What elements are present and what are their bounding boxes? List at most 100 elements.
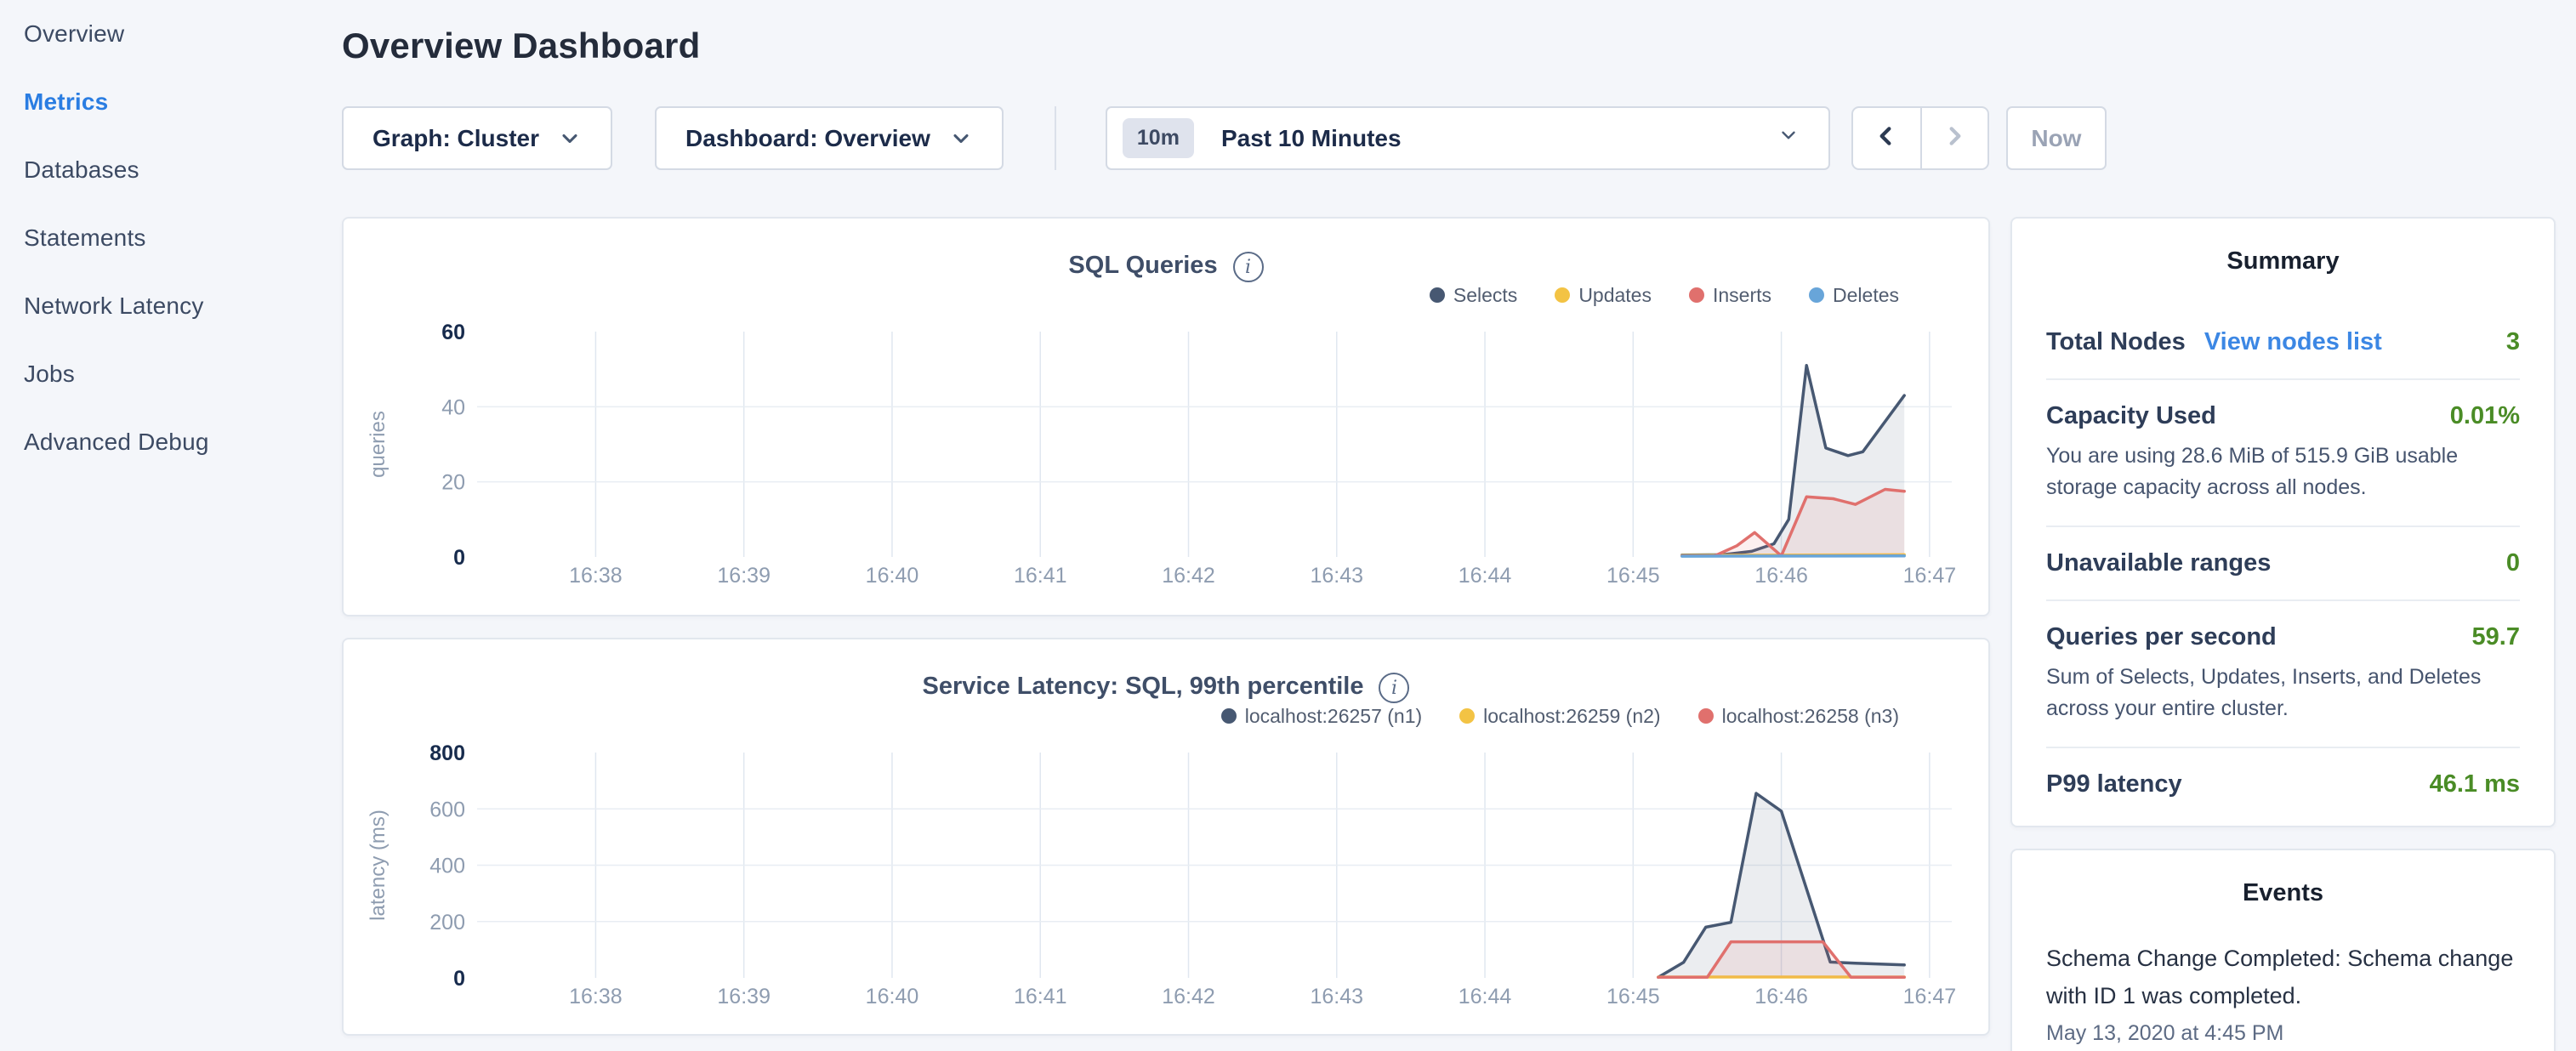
svg-text:16:39: 16:39: [717, 985, 771, 1008]
svg-text:16:38: 16:38: [569, 985, 623, 1008]
time-step-button-group: [1851, 106, 1989, 170]
sidebar-item-statements[interactable]: Statements: [24, 204, 342, 272]
legend-item[interactable]: localhost:26259 (n2): [1459, 705, 1660, 728]
info-icon[interactable]: i: [1379, 673, 1409, 703]
events-title: Events: [2046, 879, 2520, 907]
dashboard-selector-dropdown[interactable]: Dashboard: Overview: [655, 106, 1004, 170]
summary-label: P99 latency: [2046, 770, 2182, 798]
summary-label: Total Nodes: [2046, 328, 2186, 356]
dashboard-body: SQL Queries i Selects Updates Inserts Delet…: [342, 217, 2576, 1051]
svg-text:60: 60: [441, 321, 465, 344]
time-range-badge: 10m: [1123, 118, 1194, 158]
legend-label: localhost:26259 (n2): [1483, 705, 1660, 728]
graph-selector-label: Graph: Cluster: [372, 125, 539, 152]
legend-label: Updates: [1578, 284, 1652, 307]
summary-rows: Total Nodes View nodes list 3 Capacity U…: [2046, 306, 2520, 821]
chart-title: SQL Queries: [1068, 252, 1217, 280]
summary-value: 46.1 ms: [2430, 770, 2520, 798]
svg-text:16:47: 16:47: [1903, 985, 1957, 1008]
legend-item[interactable]: Inserts: [1689, 284, 1771, 307]
summary-value: 59.7: [2472, 623, 2520, 651]
svg-text:0: 0: [453, 967, 465, 991]
event-timestamp: May 13, 2020 at 4:45 PM: [2046, 1021, 2520, 1046]
summary-subtext: You are using 28.6 MiB of 515.9 GiB usab…: [2046, 440, 2520, 503]
legend-item[interactable]: localhost:26258 (n3): [1698, 705, 1899, 728]
time-range-label: Past 10 Minutes: [1221, 125, 1402, 152]
legend-item[interactable]: Deletes: [1809, 284, 1899, 307]
controls-divider: [1055, 106, 1056, 170]
previous-time-button[interactable]: [1853, 108, 1920, 168]
svg-text:queries: queries: [367, 411, 390, 478]
svg-text:16:40: 16:40: [866, 564, 919, 588]
sidebar-item-metrics[interactable]: Metrics: [24, 68, 342, 136]
svg-text:40: 40: [441, 395, 465, 419]
legend-dot-icon: [1698, 708, 1714, 724]
legend-item[interactable]: localhost:26257 (n1): [1221, 705, 1422, 728]
summary-row-total-nodes: Total Nodes View nodes list 3: [2046, 306, 2520, 378]
summary-label: Capacity Used: [2046, 402, 2216, 430]
sql-queries-chart-plot[interactable]: 16:3816:3916:4016:4116:4216:4316:4416:45…: [344, 310, 1988, 604]
chart-title-row: SQL Queries i: [344, 219, 1988, 280]
chart-legend: Selects Updates Inserts Deletes: [344, 280, 1988, 310]
svg-text:600: 600: [429, 798, 465, 821]
chevron-left-icon: [1873, 122, 1900, 154]
svg-text:16:46: 16:46: [1754, 985, 1808, 1008]
svg-text:16:47: 16:47: [1903, 564, 1957, 588]
sidebar-item-databases[interactable]: Databases: [24, 136, 342, 204]
main-content: Overview Dashboard Graph: Cluster Dashbo…: [342, 0, 2576, 1051]
chart-title: Service Latency: SQL, 99th percentile: [923, 673, 1364, 701]
summary-subtext: Sum of Selects, Updates, Inserts, and De…: [2046, 662, 2520, 724]
legend-dot-icon: [1689, 287, 1704, 303]
summary-row-queries-per-second: Queries per second 59.7 Sum of Selects, …: [2046, 599, 2520, 747]
time-range-selector[interactable]: 10m Past 10 Minutes: [1106, 106, 1830, 170]
chevron-down-icon: [558, 127, 582, 151]
sidebar-item-advanced-debug[interactable]: Advanced Debug: [24, 408, 342, 476]
info-icon[interactable]: i: [1233, 252, 1264, 282]
charts-column: SQL Queries i Selects Updates Inserts Delet…: [342, 217, 1990, 1036]
sql-queries-chart-card: SQL Queries i Selects Updates Inserts Delet…: [342, 217, 1990, 616]
events-panel: Events Schema Change Completed: Schema c…: [2010, 849, 2556, 1051]
svg-text:800: 800: [429, 741, 465, 765]
legend-label: Selects: [1453, 284, 1517, 307]
sidebar-item-jobs[interactable]: Jobs: [24, 340, 342, 408]
legend-item[interactable]: Selects: [1430, 284, 1517, 307]
sidebar-item-network-latency[interactable]: Network Latency: [24, 272, 342, 340]
svg-text:16:45: 16:45: [1606, 985, 1660, 1008]
chevron-down-icon: [949, 127, 973, 151]
svg-text:16:44: 16:44: [1459, 564, 1512, 588]
dashboard-selector-label: Dashboard: Overview: [685, 125, 930, 152]
chart-title-row: Service Latency: SQL, 99th percentile i: [344, 639, 1988, 701]
service-latency-chart-card: Service Latency: SQL, 99th percentile i …: [342, 638, 1990, 1036]
now-button[interactable]: Now: [2006, 106, 2107, 170]
sidebar-item-overview[interactable]: Overview: [24, 0, 342, 68]
svg-text:16:41: 16:41: [1014, 985, 1067, 1008]
summary-row-unavailable-ranges: Unavailable ranges 0: [2046, 526, 2520, 599]
summary-value: 3: [2506, 328, 2520, 356]
summary-title: Summary: [2046, 247, 2520, 276]
svg-text:16:46: 16:46: [1754, 564, 1808, 588]
svg-text:16:42: 16:42: [1162, 985, 1215, 1008]
legend-item[interactable]: Updates: [1555, 284, 1652, 307]
next-time-button[interactable]: [1920, 108, 1987, 168]
summary-label: Queries per second: [2046, 623, 2277, 651]
legend-label: localhost:26257 (n1): [1245, 705, 1422, 728]
graph-selector-dropdown[interactable]: Graph: Cluster: [342, 106, 612, 170]
chevron-right-icon: [1941, 122, 1968, 154]
legend-dot-icon: [1809, 287, 1824, 303]
svg-text:16:43: 16:43: [1310, 564, 1363, 588]
svg-text:16:40: 16:40: [866, 985, 919, 1008]
svg-text:16:41: 16:41: [1014, 564, 1067, 588]
service-latency-chart-plot[interactable]: 16:3816:3916:4016:4116:4216:4316:4416:45…: [344, 731, 1988, 1025]
svg-text:16:42: 16:42: [1162, 564, 1215, 588]
sidebar: Overview Metrics Databases Statements Ne…: [0, 0, 342, 1051]
event-message: Schema Change Completed: Schema change w…: [2046, 940, 2520, 1014]
svg-text:16:43: 16:43: [1310, 985, 1363, 1008]
event-item[interactable]: Schema Change Completed: Schema change w…: [2046, 940, 2520, 1046]
summary-label: Unavailable ranges: [2046, 549, 2271, 577]
svg-text:20: 20: [441, 471, 465, 495]
legend-dot-icon: [1221, 708, 1237, 724]
summary-value: 0.01%: [2450, 402, 2520, 430]
svg-text:16:38: 16:38: [569, 564, 623, 588]
view-nodes-list-link[interactable]: View nodes list: [2204, 328, 2382, 356]
summary-row-p99-latency: P99 latency 46.1 ms: [2046, 747, 2520, 821]
